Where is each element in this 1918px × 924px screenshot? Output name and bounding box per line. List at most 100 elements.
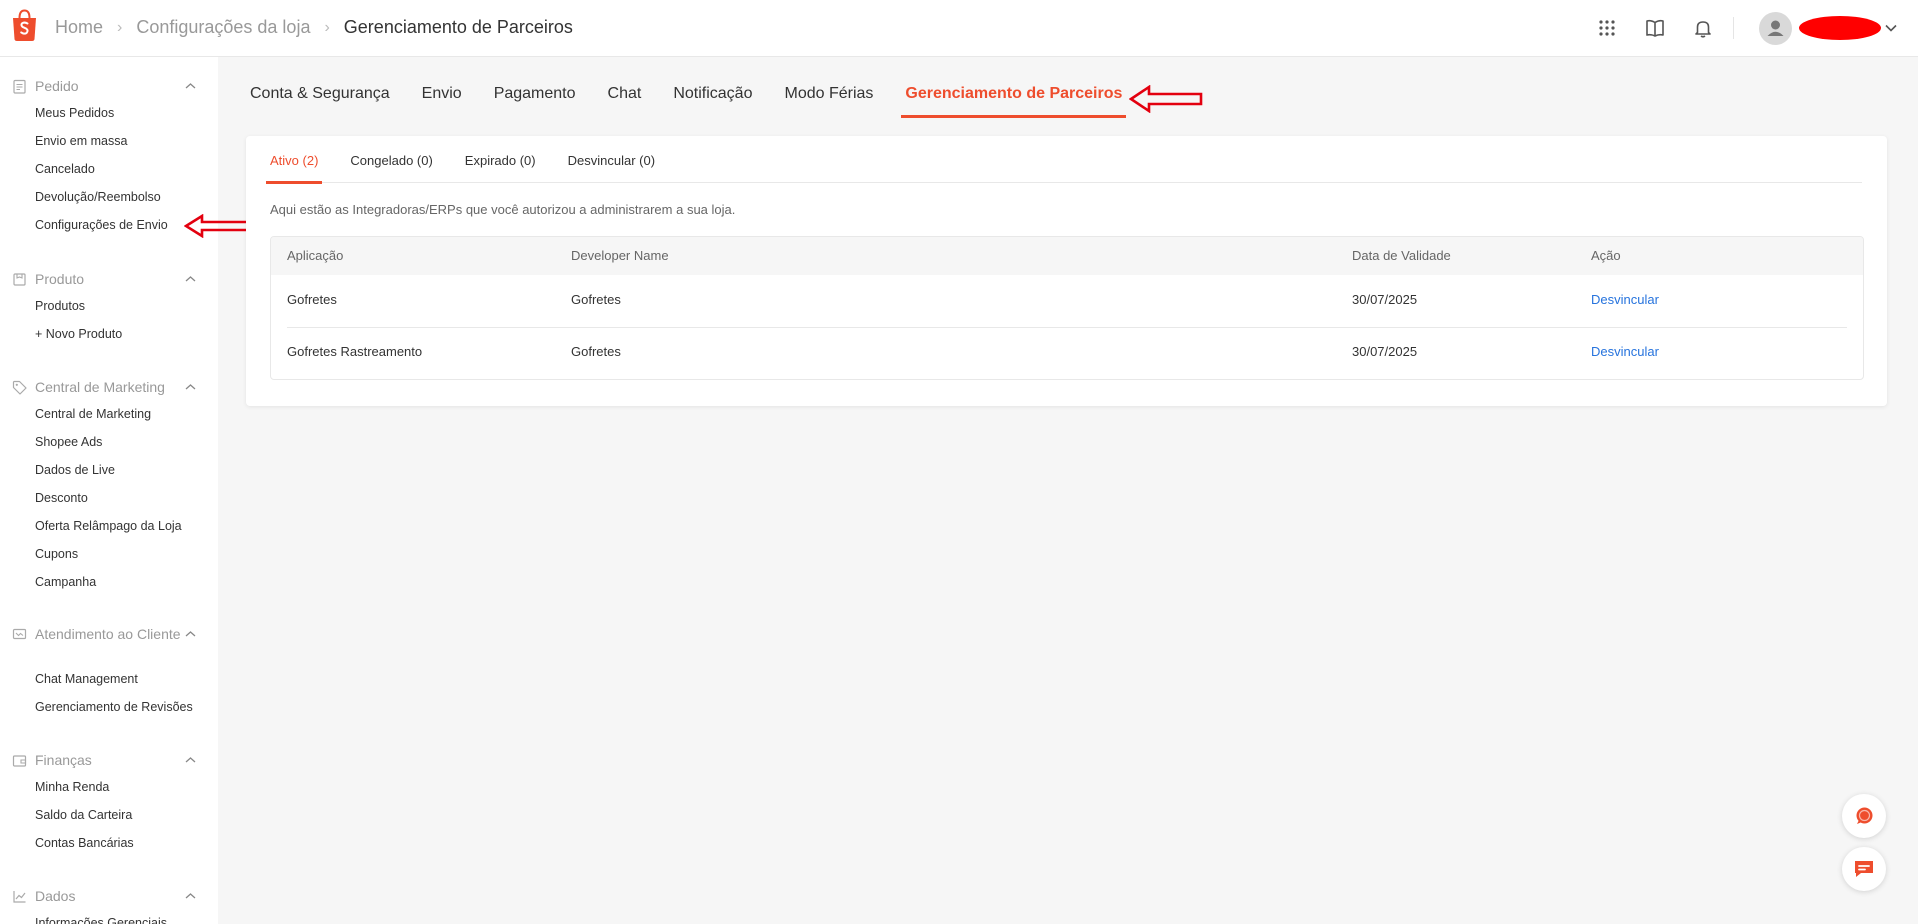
floating-chat-bubble-button[interactable] [1842,794,1886,838]
annotation-arrow-icon [184,214,252,238]
column-header: Developer Name [571,248,669,263]
tab-gerenciamento-de-parceiros[interactable]: Gerenciamento de Parceiros [901,57,1127,119]
cell-application: Gofretes Rastreamento [287,344,423,359]
chevron-down-icon[interactable] [1884,21,1898,35]
header-divider [1733,17,1734,39]
breadcrumb-store-settings[interactable]: Configurações da loja [136,17,310,38]
tag-icon [12,380,27,395]
cell-expiry-date: 30/07/2025 [1352,344,1418,359]
line-chart-icon [13,891,26,903]
cell-developer-name: Gofretes [571,292,621,307]
sidebar-section-title: Finanças [35,752,92,768]
cell-expiry-date: 30/07/2025 [1352,292,1418,307]
tab-modo-ferias[interactable]: Modo Férias [784,57,873,119]
sidebar-section-title: Central de Marketing [35,379,165,395]
sidebar-item-cancelado[interactable]: Cancelado [0,155,218,183]
bell-icon[interactable] [1692,17,1714,39]
sidebar-item-minha-renda[interactable]: Minha Renda [0,773,218,801]
breadcrumb: Home › Configurações da loja › Gerenciam… [55,17,573,38]
unlink-button[interactable]: Desvincular [1591,344,1659,359]
sidebar-item-produtos[interactable]: Produtos [0,292,218,320]
sidebar-item-chat-management[interactable]: Chat Management [0,665,218,693]
cell-developer-name: Gofretes [571,344,621,359]
sidebar-item-contas-bancarias[interactable]: Contas Bancárias [0,829,218,857]
box-icon [13,273,26,286]
sidebar: Pedido Meus Pedidos Envio em massa Cance… [0,57,218,924]
chevron-up-icon[interactable] [184,382,197,392]
sidebar-item-campanha[interactable]: Campanha [0,568,218,596]
sidebar-item-gerenciamento-de-revisoes[interactable]: Gerenciamento de Revisões [0,693,218,721]
apps-grid-icon[interactable] [1596,17,1618,39]
sidebar-section-title: Atendimento ao Cliente [35,626,181,642]
sidebar-item-novo-produto[interactable]: + Novo Produto [0,320,218,348]
top-header: Home › Configurações da loja › Gerenciam… [0,0,1918,57]
sidebar-item-saldo-da-carteira[interactable]: Saldo da Carteira [0,801,218,829]
sidebar-section-header[interactable]: Atendimento ao Cliente [0,623,218,663]
sidebar-section-title: Pedido [35,78,79,94]
book-icon[interactable] [1644,17,1666,39]
redacted-username[interactable] [1799,16,1881,40]
sidebar-section-header[interactable]: Produto [0,268,218,290]
sidebar-item-oferta-relampago[interactable]: Oferta Relâmpago da Loja [0,512,218,540]
chevron-up-icon[interactable] [184,755,197,765]
floating-message-button[interactable] [1842,847,1886,891]
column-header: Ação [1591,248,1621,263]
breadcrumb-chevron-icon: › [117,18,123,36]
column-header: Data de Validade [1352,248,1451,263]
sidebar-item-informacoes-gerenciais[interactable]: Informações Gerenciais [0,909,218,924]
table-header: Aplicação Developer Name Data de Validad… [271,237,1863,275]
column-header: Aplicação [287,248,344,263]
status-subtabs: Ativo (2) Congelado (0) Expirado (0) Des… [265,136,1862,184]
sidebar-section-atendimento: Atendimento ao Cliente Chat Management G… [0,623,218,721]
sidebar-section-dados: Dados Informações Gerenciais [0,885,218,924]
sidebar-item-meus-pedidos[interactable]: Meus Pedidos [0,99,218,127]
shopee-logo-icon[interactable] [10,9,39,41]
sidebar-item-central-de-marketing[interactable]: Central de Marketing [0,400,218,428]
sidebar-item-envio-em-massa[interactable]: Envio em massa [0,127,218,155]
breadcrumb-home[interactable]: Home [55,17,103,38]
tab-envio[interactable]: Envio [422,57,462,119]
sidebar-section-title: Produto [35,271,85,287]
breadcrumb-chevron-icon: › [324,18,330,36]
chevron-up-icon[interactable] [184,81,197,91]
chevron-up-icon[interactable] [184,274,197,284]
settings-tabs: Conta & Segurança Envio Pagamento Chat N… [250,57,1154,119]
tab-chat[interactable]: Chat [608,57,642,119]
description-text: Aqui estão as Integradoras/ERPs que você… [270,202,736,217]
tab-conta-seguranca[interactable]: Conta & Segurança [250,57,390,119]
user-avatar-icon[interactable] [1759,12,1792,45]
sidebar-section-title: Dados [35,888,76,904]
wallet-icon [12,755,27,767]
sidebar-section-header[interactable]: Finanças [0,749,218,771]
annotation-arrow-icon [1129,85,1203,113]
subtab-expirado[interactable]: Expirado (0) [465,136,536,183]
cell-application: Gofretes [287,292,337,307]
sidebar-item-shopee-ads[interactable]: Shopee Ads [0,428,218,456]
tab-pagamento[interactable]: Pagamento [494,57,576,119]
subtab-desvincular[interactable]: Desvincular (0) [568,136,655,183]
sidebar-item-devolucao-reembolso[interactable]: Devolução/Reembolso [0,183,218,211]
message-icon [1855,861,1873,877]
chevron-up-icon[interactable] [184,629,197,639]
tab-notificacao[interactable]: Notificação [673,57,752,119]
sidebar-section-header[interactable]: Pedido [0,75,218,97]
partners-card: Ativo (2) Congelado (0) Expirado (0) Des… [246,136,1887,406]
unlink-button[interactable]: Desvincular [1591,292,1659,307]
subtab-congelado[interactable]: Congelado (0) [350,136,432,183]
breadcrumb-current: Gerenciamento de Parceiros [343,17,573,37]
sidebar-item-desconto[interactable]: Desconto [0,484,218,512]
table-row: Gofretes Rastreamento Gofretes 30/07/202… [271,327,1863,379]
sidebar-section-produto: Produto Produtos + Novo Produto [0,268,218,348]
chat-bubble-icon [1856,807,1873,824]
sidebar-item-dados-de-live[interactable]: Dados de Live [0,456,218,484]
sidebar-section-marketing: Central de Marketing Central de Marketin… [0,376,218,596]
table-row: Gofretes Gofretes 30/07/2025 Desvincular [271,275,1863,327]
sidebar-section-financas: Finanças Minha Renda Saldo da Carteira C… [0,749,218,857]
subtab-ativo[interactable]: Ativo (2) [265,136,323,184]
chevron-up-icon[interactable] [184,891,197,901]
sidebar-section-header[interactable]: Central de Marketing [0,376,218,398]
sidebar-item-cupons[interactable]: Cupons [0,540,218,568]
sidebar-section-header[interactable]: Dados [0,885,218,907]
clipboard-icon [13,79,26,94]
chat-box-icon [12,628,27,640]
